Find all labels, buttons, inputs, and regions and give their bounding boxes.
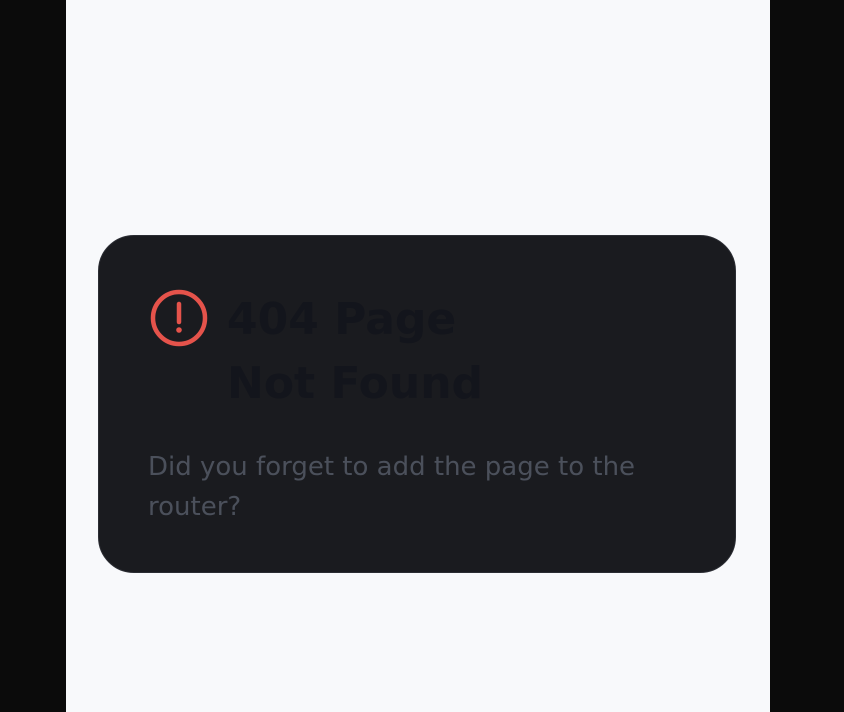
alert-circle-icon — [149, 288, 209, 348]
error-message: Did you forget to add the page to the ro… — [148, 452, 636, 522]
app-viewport: 404 Page Not Found Did you forget to add… — [66, 0, 770, 712]
error-card: 404 Page Not Found Did you forget to add… — [98, 235, 736, 573]
error-title: 404 Page Not Found — [227, 294, 484, 409]
